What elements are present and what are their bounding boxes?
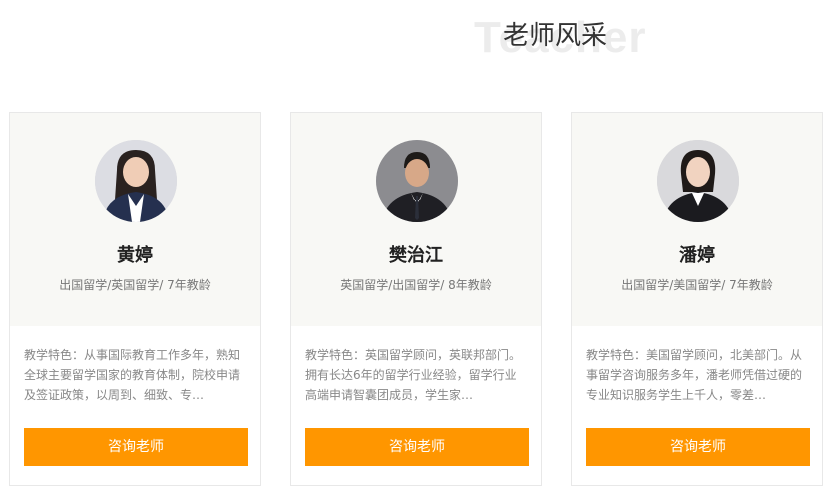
teacher-tags: 英国留学/出国留学/ 8年教龄 [340,278,492,292]
teacher-name: 黄婷 [117,245,153,266]
consult-teacher-button[interactable]: 咨询老师 [24,428,248,466]
teacher-tags: 出国留学/美国留学/ 7年教龄 [621,278,773,292]
teacher-description: 教学特色：从事国际教育工作多年，熟知全球主要留学国家的教育体制，院校申请及签证政… [24,348,241,402]
consult-teacher-button[interactable]: 咨询老师 [305,428,529,466]
consult-teacher-button[interactable]: 咨询老师 [586,428,810,466]
teacher-name: 樊治江 [389,245,443,266]
section-title: 老师风采 [502,21,607,51]
teacher-card: 黄婷 出国留学/英国留学/ 7年教龄 教学特色：从事国际教育工作多年，熟知全球主… [9,112,261,486]
teacher-avatar [657,140,739,222]
teacher-tags: 出国留学/英国留学/ 7年教龄 [59,278,211,292]
teacher-description: 教学特色：英国留学顾问，英联邦部门。 拥有长达6年的留学行业经验，留学行业高端申… [305,348,522,402]
section-header: Teacher 老师风采 [0,8,826,68]
teacher-avatar [95,140,177,222]
teacher-card: 樊治江 英国留学/出国留学/ 8年教龄 教学特色：英国留学顾问，英联邦部门。 拥… [290,112,542,486]
teacher-avatar [376,140,458,222]
teacher-description: 教学特色：美国留学顾问，北美部门。从事留学咨询服务多年，潘老师凭借过硬的专业知识… [586,348,803,402]
teacher-name: 潘婷 [679,245,715,266]
teacher-card: 潘婷 出国留学/美国留学/ 7年教龄 教学特色：美国留学顾问，北美部门。从事留学… [571,112,823,486]
